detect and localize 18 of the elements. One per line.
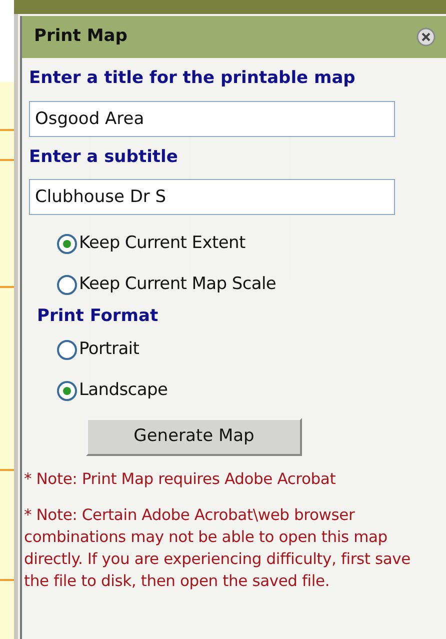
generate-map-button[interactable]: Generate Map xyxy=(86,418,302,456)
radio-button[interactable] xyxy=(57,234,77,254)
section-heading: Enter a subtitle xyxy=(29,146,179,168)
section-heading: Enter a title for the printable map xyxy=(29,67,356,90)
dialog-title: Print Map xyxy=(34,25,128,48)
text-field[interactable]: Osgood Area xyxy=(29,100,395,136)
radio-button[interactable] xyxy=(57,381,77,401)
radio-option[interactable]: Keep Current Map Scale xyxy=(29,264,440,305)
section-heading: Print Format xyxy=(36,305,160,328)
radio-option[interactable]: Portrait xyxy=(29,330,440,370)
text-field[interactable]: Clubhouse Dr S xyxy=(29,179,395,215)
note-text: * Note: Certain Adobe Acrobat\web browser combinations may not be able to open this map directly. If you are experiencing difficulty, first save the file to disk, then open the saved file. xyxy=(24,504,412,592)
radio-button[interactable] xyxy=(57,274,77,294)
radio-option[interactable]: Landscape xyxy=(29,370,440,412)
note-text: * Note: Print Map requires Adobe Acrobat xyxy=(24,468,337,490)
close-icon[interactable] xyxy=(416,27,436,47)
radio-button[interactable] xyxy=(57,340,77,360)
radio-option[interactable]: Keep Current Extent xyxy=(29,223,440,264)
